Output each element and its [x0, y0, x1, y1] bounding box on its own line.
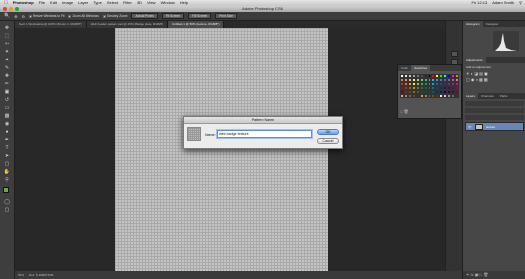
eyedropper-tool-icon[interactable]: ✎ — [3, 65, 11, 71]
tab-sect1-workstation[interactable]: Sect 1 Workstation@ 100% (#Color 1, RGB/… — [15, 21, 87, 28]
pattern-name-dialog: Pattern Name Name: web badge texture OK … — [183, 116, 343, 149]
marquee-tool-icon[interactable]: ⬚ — [3, 33, 11, 39]
blur-tool-icon[interactable]: ◉ — [3, 121, 11, 127]
ok-button[interactable]: OK — [317, 129, 339, 135]
layers-panel-tabs: Layers Channels Paths — [463, 93, 525, 99]
link-layers-icon[interactable]: ⚭ — [466, 272, 469, 277]
close-window-icon[interactable] — [3, 7, 7, 11]
quick-select-tool-icon[interactable]: ✦ — [3, 49, 11, 55]
tab-layers[interactable]: Layers — [463, 93, 479, 99]
name-label: Name: — [205, 133, 216, 137]
cancel-button[interactable]: Cancel — [317, 138, 339, 144]
lock-bar[interactable] — [465, 115, 524, 120]
pen-tool-icon[interactable]: ✒ — [3, 137, 11, 143]
tab-swatches[interactable]: Swatches — [411, 65, 431, 71]
lasso-tool-icon[interactable]: ➳ — [3, 41, 11, 47]
document-tabs: Sect 1 Workstation@ 100% (#Color 1, RGB/… — [15, 21, 462, 28]
dodge-tool-icon[interactable]: ● — [3, 129, 11, 135]
mask-icon[interactable]: ▣ — [475, 272, 479, 277]
zoom-all-windows-checkbox[interactable]: Zoom All Windows — [68, 14, 99, 18]
fx-icon[interactable]: fx — [470, 272, 473, 277]
document-canvas[interactable] — [115, 28, 328, 271]
swatch-footer-icons[interactable]: □ 🗑 — [400, 109, 409, 114]
layer-visibility-icon[interactable]: 👁 — [468, 125, 472, 129]
hand-tool-icon[interactable]: ✋ — [3, 169, 11, 175]
tab-histogram[interactable]: Histogram — [463, 21, 483, 27]
right-panels: Histogram Navigator Adjustments Add an a… — [462, 21, 525, 279]
histogram-graph — [493, 31, 519, 51]
resize-windows-checkbox[interactable]: Resize Windows to Fit — [28, 14, 64, 18]
gradient-tool-icon[interactable]: ▩ — [3, 113, 11, 119]
screen-mode-icon[interactable]: ▢ — [3, 207, 11, 213]
foreground-color-swatch[interactable] — [3, 187, 9, 193]
blend-mode-bar[interactable] — [465, 108, 524, 113]
actual-pixels-button[interactable]: Actual Pixels — [131, 13, 158, 19]
scrubby-zoom-checkbox[interactable]: Scrubby Zoom — [102, 14, 127, 18]
layer-row-texture[interactable]: 👁 texture — [465, 122, 524, 131]
tab-adjustments[interactable]: Adjustments — [463, 57, 486, 63]
zoom-window-icon[interactable] — [15, 7, 19, 11]
shape-tool-icon[interactable]: ▢ — [3, 161, 11, 167]
tab-channels[interactable]: Channels — [478, 93, 497, 99]
move-tool-icon[interactable]: ✥ — [3, 25, 11, 31]
swatch-grid — [400, 74, 459, 104]
quick-mask-icon[interactable]: ◯ — [3, 199, 11, 205]
healing-tool-icon[interactable]: ✚ — [3, 73, 11, 79]
eraser-tool-icon[interactable]: ▭ — [3, 105, 11, 111]
tools-panel: ✥ ⬚ ➳ ✦ ⌖ ✎ ✚ ✏ ▣ ↺ ▭ ▩ ◉ ● ✒ T ➤ ▢ ✋ ⚲ … — [0, 21, 15, 279]
print-size-button[interactable]: Print Size — [215, 13, 237, 19]
color-panel-icon[interactable] — [451, 51, 458, 57]
type-tool-icon[interactable]: T — [3, 145, 11, 151]
tab-color[interactable]: Color — [398, 65, 411, 71]
new-layer-icon[interactable]: □ — [480, 272, 482, 277]
layers-panel-footer: ⚭ fx ▣ □ 🗑 — [463, 271, 525, 279]
fit-screen-button[interactable]: Fit Screen — [161, 13, 185, 19]
tab-navigator[interactable]: Navigator — [483, 21, 502, 27]
tab-web-header-pattern[interactable]: Web header pattern.psd @ 25% (Badge plat… — [86, 21, 169, 28]
fill-screen-button[interactable]: Fill Screen — [188, 13, 212, 19]
dialog-title: Pattern Name — [184, 117, 342, 124]
swatches-panel: Color Swatches □ 🗑 — [397, 64, 462, 119]
window-title: Adobe Photoshop CS6 — [242, 6, 283, 11]
history-brush-tool-icon[interactable]: ↺ — [3, 97, 11, 103]
adjustments-panel-tabs: Adjustments — [463, 57, 525, 63]
layer-thumbnail — [475, 124, 483, 130]
status-bar: 50% Doc: 5.49M/8.35M — [15, 271, 462, 279]
options-bar: 🔍 ⊕ ⊖ Resize Windows to Fit Zoom All Win… — [0, 12, 525, 21]
histogram-panel-tabs: Histogram Navigator — [463, 21, 525, 27]
zoom-tool-icon[interactable]: ⚲ — [3, 177, 11, 183]
zoom-tool-icon[interactable]: 🔍 — [4, 13, 10, 19]
layer-filter-bar[interactable] — [465, 101, 524, 106]
zoom-level[interactable]: 50% — [18, 273, 24, 277]
adjustment-icons-row-1[interactable]: ☀ ◐ ◪ ▤ ▣ — [466, 71, 488, 76]
brush-tool-icon[interactable]: ✏ — [3, 81, 11, 87]
layer-name[interactable]: texture — [486, 125, 495, 129]
swatches-panel-tabs: Color Swatches — [398, 65, 461, 71]
zoom-out-icon[interactable]: ⊖ — [22, 14, 25, 19]
adjustment-icons-row-2[interactable]: ▢ ◉ ◑ ▦ ▩ — [466, 77, 488, 82]
zoom-in-icon[interactable]: ⊕ — [14, 14, 17, 19]
tab-untitled-1[interactable]: Untitled-1 @ 50% (texture, RGB/8*) — [168, 21, 225, 28]
crop-tool-icon[interactable]: ⌖ — [3, 57, 11, 63]
path-select-tool-icon[interactable]: ➤ — [3, 153, 11, 159]
pattern-thumbnail — [187, 127, 201, 141]
clone-stamp-tool-icon[interactable]: ▣ — [3, 89, 11, 95]
tab-paths[interactable]: Paths — [497, 93, 511, 99]
doc-size: Doc: 5.49M/8.35M — [28, 273, 54, 277]
swatch-cell[interactable] — [455, 94, 459, 98]
minimize-window-icon[interactable] — [9, 7, 13, 11]
panel-icon-strip — [445, 21, 462, 271]
pattern-name-input[interactable]: web badge texture — [217, 130, 312, 138]
adjustments-label: Add an adjustment — [466, 65, 492, 69]
trash-icon[interactable]: 🗑 — [483, 272, 488, 277]
